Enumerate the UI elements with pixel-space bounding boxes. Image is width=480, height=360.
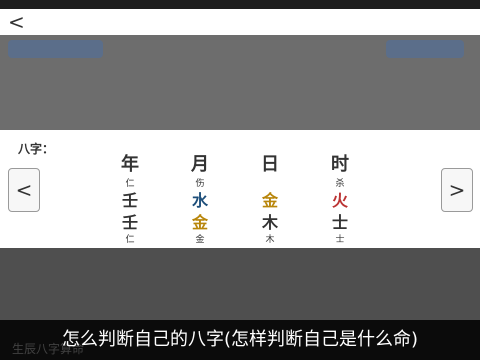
- blurred-tab-row: [0, 40, 480, 60]
- back-button[interactable]: <: [8, 11, 34, 33]
- status-bar: [0, 0, 480, 9]
- stem: 水: [191, 191, 208, 210]
- column-header: 日: [261, 154, 279, 175]
- column-header: 月: [191, 154, 209, 175]
- bottom-tag: 仁: [125, 235, 135, 245]
- column-day: 日 金 木 木: [240, 152, 300, 246]
- prev-button[interactable]: <: [8, 168, 40, 212]
- stem: 火: [331, 191, 348, 210]
- caption-text: 怎么判断自己的八字(怎样判断自己是什么命): [61, 329, 419, 350]
- blurred-tab-left[interactable]: [8, 40, 103, 58]
- bottom-tag: 金: [195, 235, 205, 245]
- top-tag: [240, 178, 300, 190]
- top-tag: 仁: [125, 179, 135, 189]
- bazi-columns: 年 仁 壬 壬 仁 月 伤 水 金 金 日 金 木 木 时 杀 火 士 士: [100, 152, 390, 247]
- stem: 金: [261, 191, 278, 210]
- blurred-tab-right[interactable]: [386, 40, 464, 58]
- column-month: 月 伤 水 金 金: [170, 152, 230, 246]
- branch: 士: [331, 213, 348, 232]
- column-header: 时: [331, 154, 349, 175]
- top-tag: 杀: [335, 179, 345, 189]
- column-hour: 时 杀 火 士 士: [310, 152, 370, 246]
- stem: 壬: [121, 191, 138, 210]
- branch: 木: [261, 213, 278, 232]
- branch: 壬: [121, 213, 138, 232]
- bazi-label: 八字：: [18, 142, 55, 156]
- top-tag: 伤: [195, 179, 205, 189]
- branch: 金: [191, 213, 208, 232]
- column-header: 年: [121, 154, 139, 175]
- lower-content-area: [0, 248, 480, 320]
- bottom-tag: 士: [335, 235, 345, 245]
- next-button[interactable]: >: [441, 168, 473, 212]
- top-bar: <: [0, 9, 480, 35]
- column-year: 年 仁 壬 壬 仁: [100, 152, 160, 246]
- bottom-tag: 木: [265, 235, 275, 245]
